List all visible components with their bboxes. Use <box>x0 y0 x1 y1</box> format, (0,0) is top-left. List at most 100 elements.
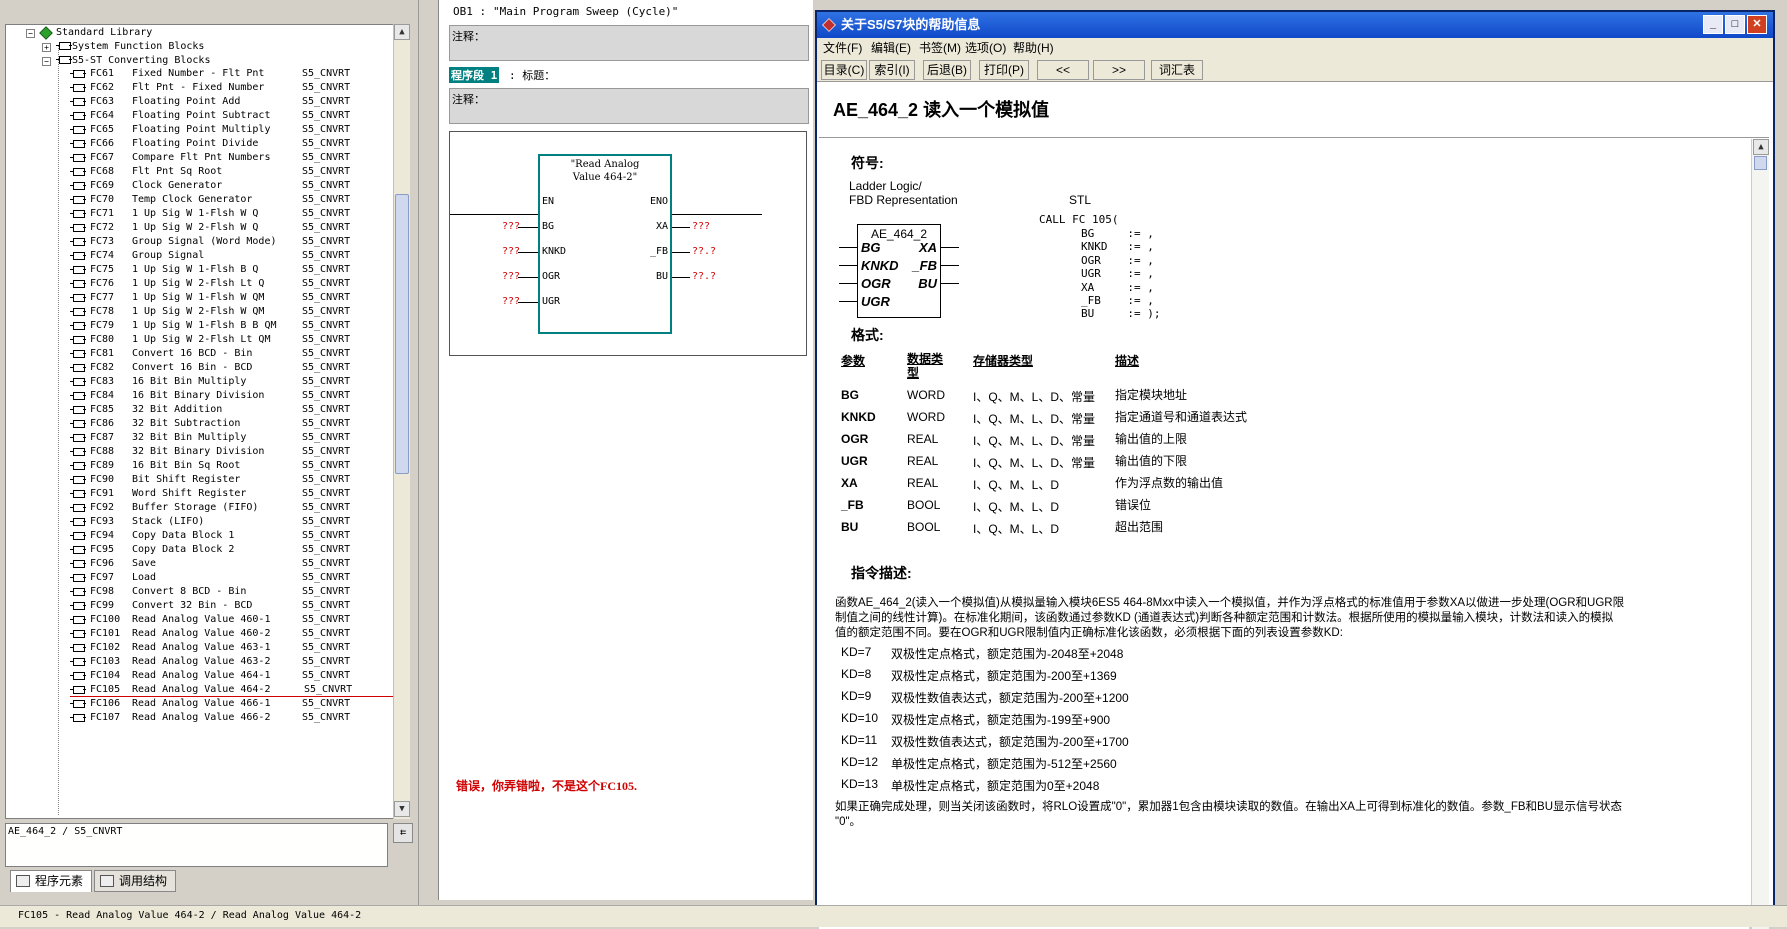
tree-item-fc107[interactable]: FC107 Read Analog Value 466-2 S5_CNVRT <box>70 711 400 725</box>
output-value-xa[interactable]: ??? <box>692 221 710 232</box>
tree-item-fc73[interactable]: FC73 Group Signal (Word Mode) S5_CNVRT <box>70 235 400 249</box>
network-comment-field[interactable]: 注释： <box>449 88 809 124</box>
tree-item-fc69[interactable]: FC69 Clock Generator S5_CNVRT <box>70 179 400 193</box>
tree-item-fc90[interactable]: FC90 Bit Shift Register S5_CNVRT <box>70 473 400 487</box>
tree-item-fc75[interactable]: FC75 1 Up Sig W 1-Flsh B Q S5_CNVRT <box>70 263 400 277</box>
toolbar-button-4[interactable]: << <box>1037 60 1089 80</box>
toolbar-button-6[interactable]: 词汇表(G) <box>1151 60 1203 95</box>
menu-item-1[interactable]: 编辑(E) <box>871 38 911 58</box>
network-1-diagram[interactable]: "Read Analog Value 464-2" EN BG??? KNKD???… <box>449 131 807 356</box>
pane-splitter[interactable] <box>418 0 438 905</box>
input-value-knkd[interactable]: ??? <box>502 246 520 257</box>
tree-item-fc103[interactable]: FC103 Read Analog Value 463-2 S5_CNVRT <box>70 655 400 669</box>
scroll-up-button[interactable]: ▲ <box>394 24 410 40</box>
tree-item-fc76[interactable]: FC76 1 Up Sig W 2-Flsh Lt Q S5_CNVRT <box>70 277 400 291</box>
tree-item-fc62[interactable]: FC62 Flt Pnt - Fixed Number S5_CNVRT <box>70 81 400 95</box>
help-titlebar[interactable]: 关于S5/S7块的帮助信息 _ □ ✕ <box>817 12 1773 38</box>
tree-item-fc79[interactable]: FC79 1 Up Sig W 1-Flsh B B QM S5_CNVRT <box>70 319 400 333</box>
help-window[interactable]: 关于S5/S7块的帮助信息 _ □ ✕ 文件(F) 编辑(E) 书签(M) 选项(O)… <box>815 10 1775 929</box>
toolbar-button-5[interactable]: >> <box>1093 60 1145 80</box>
tree-item-fc101[interactable]: FC101 Read Analog Value 460-2 S5_CNVRT <box>70 627 400 641</box>
tree-item-fc105[interactable]: FC105 Read Analog Value 464-2 S5_CNVRT <box>70 683 400 697</box>
tree-item-fc81[interactable]: FC81 Convert 16 BCD - Bin S5_CNVRT <box>70 347 400 361</box>
menu-item-3[interactable]: 选项(O) <box>965 38 1006 58</box>
network-label[interactable]: 程序段 1 <box>449 67 500 83</box>
tree-item-fc91[interactable]: FC91 Word Shift Register S5_CNVRT <box>70 487 400 501</box>
tree-item-fc80[interactable]: FC80 1 Up Sig W 2-Flsh Lt QM S5_CNVRT <box>70 333 400 347</box>
input-value-bg[interactable]: ??? <box>502 221 520 232</box>
tree-item-fc96[interactable]: FC96 Save S5_CNVRT <box>70 557 400 571</box>
tree-item-fc85[interactable]: FC85 32 Bit Addition S5_CNVRT <box>70 403 400 417</box>
tree-item-fc74[interactable]: FC74 Group Signal S5_CNVRT <box>70 249 400 263</box>
input-value-ogr[interactable]: ??? <box>502 271 520 282</box>
tree-item-fc106[interactable]: FC106 Read Analog Value 466-1 S5_CNVRT <box>70 697 400 711</box>
tree-item-fc104[interactable]: FC104 Read Analog Value 464-1 S5_CNVRT <box>70 669 400 683</box>
tab-program-elements[interactable]: 程序元素 <box>10 870 92 892</box>
block-input-en[interactable]: EN <box>542 196 554 207</box>
tree-item-fc93[interactable]: FC93 Stack (LIFO) S5_CNVRT <box>70 515 400 529</box>
tree-item-fc84[interactable]: FC84 16 Bit Binary Division S5_CNVRT <box>70 389 400 403</box>
tree-item-fc88[interactable]: FC88 32 Bit Binary Division S5_CNVRT <box>70 445 400 459</box>
tree-item-fc92[interactable]: FC92 Buffer Storage (FIFO) S5_CNVRT <box>70 501 400 515</box>
tree-item-fc64[interactable]: FC64 Floating Point Subtract S5_CNVRT <box>70 109 400 123</box>
tree-item-fc77[interactable]: FC77 1 Up Sig W 1-Flsh W QM S5_CNVRT <box>70 291 400 305</box>
tree-item-fc63[interactable]: FC63 Floating Point Add S5_CNVRT <box>70 95 400 109</box>
tree-item-fc67[interactable]: FC67 Compare Flt Pnt Numbers S5_CNVRT <box>70 151 400 165</box>
tree-item-fc68[interactable]: FC68 Flt Pnt Sq Root S5_CNVRT <box>70 165 400 179</box>
tab-call-structure[interactable]: 调用结构 <box>94 870 176 892</box>
output-value-fb[interactable]: ??.? <box>692 246 716 257</box>
maximize-button[interactable]: □ <box>1725 15 1745 34</box>
tree-item-fc98[interactable]: FC98 Convert 8 BCD - Bin S5_CNVRT <box>70 585 400 599</box>
tree-item-fc70[interactable]: FC70 Temp Clock Generator S5_CNVRT <box>70 193 400 207</box>
tree-item-fc82[interactable]: FC82 Convert 16 Bin - BCD S5_CNVRT <box>70 361 400 375</box>
expand-standard-library[interactable]: − <box>26 29 35 38</box>
path-action-button[interactable]: ⇇ <box>393 823 413 843</box>
block-output-eno[interactable]: ENO <box>634 196 668 207</box>
block-input-ugr[interactable]: UGR <box>542 296 560 307</box>
scroll-down-button[interactable]: ▼ <box>394 801 410 817</box>
block-comment-field[interactable]: 注释： <box>449 25 809 61</box>
toolbar-button-3[interactable]: 打印(P) <box>979 60 1029 80</box>
tree-scrollbar[interactable]: ▲ ▼ <box>393 24 410 819</box>
minimize-button[interactable]: _ <box>1703 15 1723 34</box>
output-value-bu[interactable]: ??.? <box>692 271 716 282</box>
help-scroll-up-button[interactable]: ▲ <box>1753 139 1769 155</box>
tree-item-fc72[interactable]: FC72 1 Up Sig W 2-Flsh W Q S5_CNVRT <box>70 221 400 235</box>
tree-item-fc102[interactable]: FC102 Read Analog Value 463-1 S5_CNVRT <box>70 641 400 655</box>
tree-item-fc97[interactable]: FC97 Load S5_CNVRT <box>70 571 400 585</box>
menu-item-0[interactable]: 文件(F) <box>823 38 862 58</box>
toolbar-button-0[interactable]: 目录(C) <box>821 60 867 80</box>
tree-item-fc86[interactable]: FC86 32 Bit Subtraction S5_CNVRT <box>70 417 400 431</box>
lad-editor[interactable]: OB1 : "Main Program Sweep (Cycle)" 注释： 程… <box>438 0 813 900</box>
tree-item-fc99[interactable]: FC99 Convert 32 Bin - BCD S5_CNVRT <box>70 599 400 613</box>
tree-item-fc83[interactable]: FC83 16 Bit Bin Multiply S5_CNVRT <box>70 375 400 389</box>
tree-item-fc66[interactable]: FC66 Floating Point Divide S5_CNVRT <box>70 137 400 151</box>
tree-item-fc78[interactable]: FC78 1 Up Sig W 2-Flsh W QM S5_CNVRT <box>70 305 400 319</box>
block-output-xa[interactable]: XA <box>634 221 668 232</box>
fc105-block[interactable]: "Read Analog Value 464-2" <box>538 154 672 334</box>
toolbar-button-1[interactable]: 索引(I) <box>869 60 915 80</box>
close-button[interactable]: ✕ <box>1747 15 1767 34</box>
tree-item-fc100[interactable]: FC100 Read Analog Value 460-1 S5_CNVRT <box>70 613 400 627</box>
block-input-knkd[interactable]: KNKD <box>542 246 566 257</box>
tree-item-fc89[interactable]: FC89 16 Bit Bin Sq Root S5_CNVRT <box>70 459 400 473</box>
scroll-thumb[interactable] <box>395 194 409 474</box>
block-output-bu[interactable]: BU <box>634 271 668 282</box>
block-input-bg[interactable]: BG <box>542 221 554 232</box>
tree-item-fc61[interactable]: FC61 Fixed Number - Flt Pnt S5_CNVRT <box>70 67 400 81</box>
block-input-ogr[interactable]: OGR <box>542 271 560 282</box>
toolbar-button-2[interactable]: 后退(B) <box>923 60 971 80</box>
expand-system-function-blocks[interactable]: + <box>42 43 51 52</box>
help-scroll-thumb[interactable] <box>1754 156 1767 170</box>
menu-item-2[interactable]: 书签(M) <box>919 38 961 58</box>
expand-s5-converting-blocks[interactable]: − <box>42 57 51 66</box>
input-value-ugr[interactable]: ??? <box>502 296 520 307</box>
tree-item-fc95[interactable]: FC95 Copy Data Block 2 S5_CNVRT <box>70 543 400 557</box>
network-title[interactable]: : 标题： <box>509 67 555 83</box>
tree-item-fc87[interactable]: FC87 32 Bit Bin Multiply S5_CNVRT <box>70 431 400 445</box>
tree-item-fc65[interactable]: FC65 Floating Point Multiply S5_CNVRT <box>70 123 400 137</box>
menu-item-4[interactable]: 帮助(H) <box>1013 38 1054 58</box>
library-tree[interactable]: − Standard Library + System Function Blocks… <box>5 24 403 819</box>
help-scrollbar[interactable]: ▲ <box>1751 139 1769 929</box>
block-output-fb[interactable]: _FB <box>634 246 668 257</box>
